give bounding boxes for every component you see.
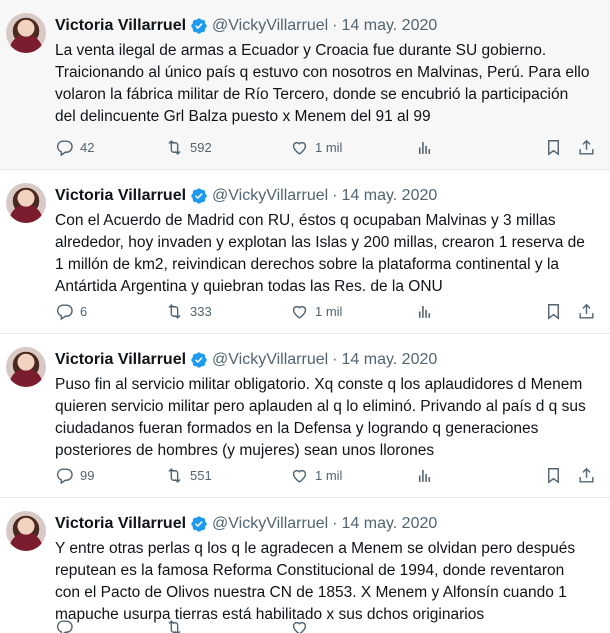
retweet-button[interactable]: 551	[165, 466, 290, 485]
tweet-header: Victoria Villarruel @VickyVillarruel · 1…	[55, 13, 594, 39]
retweet-count: 333	[190, 303, 212, 319]
author-handle[interactable]: @VickyVillarruel	[212, 515, 328, 533]
tweet-text: Con el Acuerdo de Madrid con RU, éstos q…	[55, 212, 585, 295]
tweet-content: Victoria Villarruel @VickyVillarruel · 1…	[55, 511, 594, 633]
bookmark-icon[interactable]	[544, 138, 563, 157]
reply-button[interactable]	[55, 618, 165, 633]
bookmark-icon[interactable]	[544, 466, 563, 485]
like-icon	[292, 141, 307, 155]
tweet-secondary-actions	[544, 466, 596, 485]
tweet-actions: 6 333 1 mil	[55, 300, 596, 322]
views-button[interactable]	[415, 302, 535, 321]
retweet-button[interactable]: 333	[165, 302, 290, 321]
reply-button[interactable]: 6	[55, 302, 165, 321]
reply-count: 42	[80, 139, 95, 155]
tweet-date[interactable]: 14 may. 2020	[342, 515, 438, 533]
separator: ·	[332, 17, 338, 34]
tweet[interactable]: Victoria Villarruel @VickyVillarruel · 1…	[0, 0, 610, 170]
tweet-date[interactable]: 14 may. 2020	[342, 187, 438, 205]
tweet-header: Victoria Villarruel @VickyVillarruel · 1…	[55, 347, 594, 373]
separator: ·	[332, 187, 338, 204]
reply-icon	[56, 139, 73, 156]
reply-count: 99	[80, 467, 95, 483]
like-count: 1 mil	[315, 467, 343, 483]
tweet-text: Puso fin al servicio militar obligatorio…	[55, 376, 586, 459]
reply-button[interactable]: 99	[55, 466, 165, 485]
tweet-date[interactable]: 14 may. 2020	[342, 17, 438, 35]
author-name[interactable]: Victoria Villarruel	[55, 351, 186, 369]
tweet[interactable]: Victoria Villarruel @VickyVillarruel · 1…	[0, 334, 610, 498]
retweet-button[interactable]	[165, 618, 290, 633]
reply-count: 6	[80, 303, 88, 319]
tweet-header: Victoria Villarruel @VickyVillarruel · 1…	[55, 183, 594, 209]
reply-icon	[56, 303, 73, 320]
like-button[interactable]	[290, 618, 415, 633]
tweet-actions: 99 551 1 mil	[55, 464, 596, 486]
views-icon	[418, 469, 431, 482]
tweet[interactable]: Victoria Villarruel @VickyVillarruel · 1…	[0, 170, 610, 334]
avatar[interactable]	[6, 13, 46, 53]
like-icon	[292, 621, 307, 633]
retweet-count: 592	[190, 139, 212, 155]
verified-badge-icon	[190, 351, 208, 369]
like-button[interactable]: 1 mil	[290, 466, 415, 485]
verified-badge-icon	[190, 17, 208, 35]
like-icon	[292, 469, 307, 483]
separator: ·	[332, 351, 338, 368]
tweet-secondary-actions	[544, 302, 596, 321]
views-button[interactable]	[415, 466, 535, 485]
avatar[interactable]	[6, 511, 46, 551]
author-handle[interactable]: @VickyVillarruel	[212, 187, 328, 205]
tweet-date[interactable]: 14 may. 2020	[342, 351, 438, 369]
separator: ·	[332, 515, 338, 532]
retweet-button[interactable]: 592	[165, 138, 290, 157]
tweet-secondary-actions	[544, 138, 596, 157]
retweet-icon	[168, 139, 181, 155]
views-icon	[418, 141, 431, 154]
tweet-actions	[55, 616, 596, 633]
avatar[interactable]	[6, 183, 46, 223]
author-handle[interactable]: @VickyVillarruel	[212, 17, 328, 35]
author-name[interactable]: Victoria Villarruel	[55, 187, 186, 205]
share-icon[interactable]	[577, 302, 596, 321]
tweet-actions: 42 592 1 mil	[55, 136, 596, 158]
tweet-feed: Victoria Villarruel @VickyVillarruel · 1…	[0, 0, 610, 633]
views-button[interactable]	[415, 138, 535, 157]
reply-button[interactable]: 42	[55, 138, 165, 157]
tweet-text: La venta ilegal de armas a Ecuador y Cro…	[55, 42, 590, 125]
author-handle[interactable]: @VickyVillarruel	[212, 351, 328, 369]
retweet-icon	[168, 619, 181, 633]
verified-badge-icon	[190, 187, 208, 205]
author-name[interactable]: Victoria Villarruel	[55, 17, 186, 35]
bookmark-icon[interactable]	[544, 302, 563, 321]
reply-icon	[56, 619, 73, 633]
author-name[interactable]: Victoria Villarruel	[55, 515, 186, 533]
share-icon[interactable]	[577, 466, 596, 485]
tweet-text: Y entre otras perlas q los q le agradece…	[55, 540, 576, 623]
avatar[interactable]	[6, 347, 46, 387]
views-icon	[418, 305, 431, 318]
like-button[interactable]: 1 mil	[290, 138, 415, 157]
retweet-icon	[168, 303, 181, 319]
like-count: 1 mil	[315, 139, 343, 155]
share-icon[interactable]	[577, 138, 596, 157]
retweet-icon	[168, 467, 181, 483]
like-count: 1 mil	[315, 303, 343, 319]
retweet-count: 551	[190, 467, 212, 483]
tweet-header: Victoria Villarruel @VickyVillarruel · 1…	[55, 511, 594, 537]
verified-badge-icon	[190, 515, 208, 533]
like-icon	[292, 305, 307, 319]
tweet[interactable]: Victoria Villarruel @VickyVillarruel · 1…	[0, 498, 610, 633]
reply-icon	[56, 467, 73, 484]
like-button[interactable]: 1 mil	[290, 302, 415, 321]
